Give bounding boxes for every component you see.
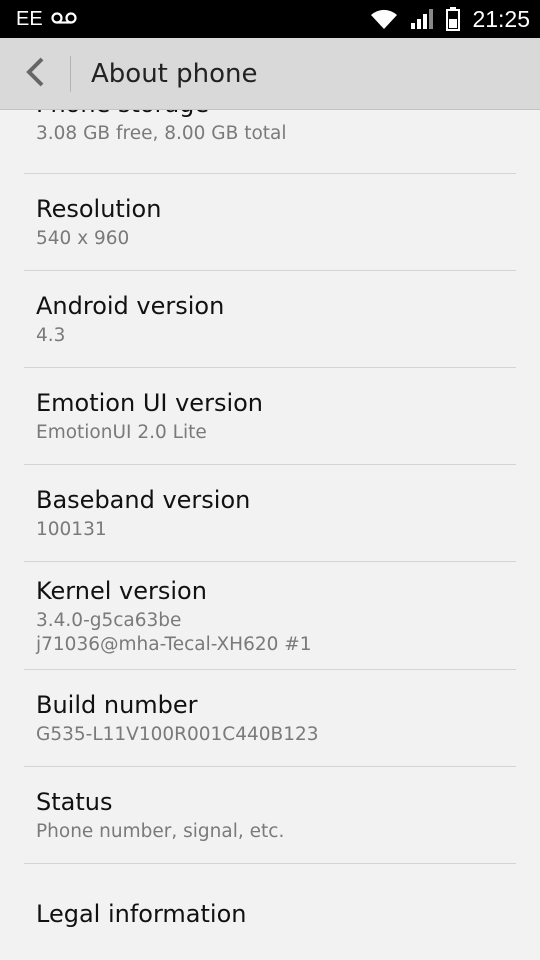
- page-title: About phone: [91, 58, 258, 89]
- settings-list[interactable]: Phone storage 3.08 GB free, 8.00 GB tota…: [0, 110, 540, 960]
- item-title: Build number: [36, 691, 198, 719]
- item-title: Status: [36, 788, 113, 816]
- list-item-phone-storage[interactable]: Phone storage 3.08 GB free, 8.00 GB tota…: [24, 110, 516, 174]
- list-item-android-version[interactable]: Android version 4.3: [24, 271, 516, 368]
- item-subtitle: Phone number, signal, etc.: [36, 821, 285, 842]
- item-subtitle: G535-L11V100R001C440B123: [36, 724, 319, 745]
- clock: 21:25: [472, 5, 530, 32]
- item-title: Emotion UI version: [36, 389, 264, 417]
- item-title: Legal information: [36, 900, 247, 928]
- list-item-resolution[interactable]: Resolution 540 x 960: [24, 174, 516, 271]
- status-left: EE: [16, 8, 77, 31]
- list-item-baseband-version[interactable]: Baseband version 100131: [24, 465, 516, 562]
- item-title: Phone storage: [36, 110, 504, 120]
- back-button[interactable]: [0, 38, 70, 110]
- item-title: Resolution: [36, 195, 162, 223]
- signal-icon: [410, 8, 434, 30]
- item-subtitle: 3.4.0-g5ca63be j71036@mha-Tecal-XH620 #1: [36, 609, 312, 655]
- item-title: Baseband version: [36, 486, 251, 514]
- list-item-emotion-ui-version[interactable]: Emotion UI version EmotionUI 2.0 Lite: [24, 368, 516, 465]
- item-subtitle: 540 x 960: [36, 228, 130, 249]
- item-subtitle: 3.08 GB free, 8.00 GB total: [36, 123, 287, 144]
- status-bar: EE 21:25: [0, 0, 540, 38]
- item-subtitle: 100131: [36, 519, 107, 540]
- status-right: 21:25: [370, 6, 530, 33]
- carrier-label: EE: [16, 7, 43, 30]
- chevron-left-icon: [24, 56, 46, 92]
- list-item-build-number[interactable]: Build number G535-L11V100R001C440B123: [24, 670, 516, 767]
- wifi-icon: [370, 8, 398, 30]
- action-bar: About phone: [0, 38, 540, 110]
- list-item-status[interactable]: Status Phone number, signal, etc.: [24, 767, 516, 864]
- item-title: Android version: [36, 292, 225, 320]
- header-divider: [70, 56, 71, 92]
- list-item-legal-information[interactable]: Legal information: [24, 864, 516, 960]
- voicemail-icon: [51, 8, 77, 31]
- battery-icon: [446, 7, 461, 31]
- item-subtitle: EmotionUI 2.0 Lite: [36, 422, 207, 443]
- item-title: Kernel version: [36, 576, 207, 605]
- item-subtitle: 4.3: [36, 325, 66, 346]
- list-item-kernel-version[interactable]: Kernel version 3.4.0-g5ca63be j71036@mha…: [24, 562, 516, 670]
